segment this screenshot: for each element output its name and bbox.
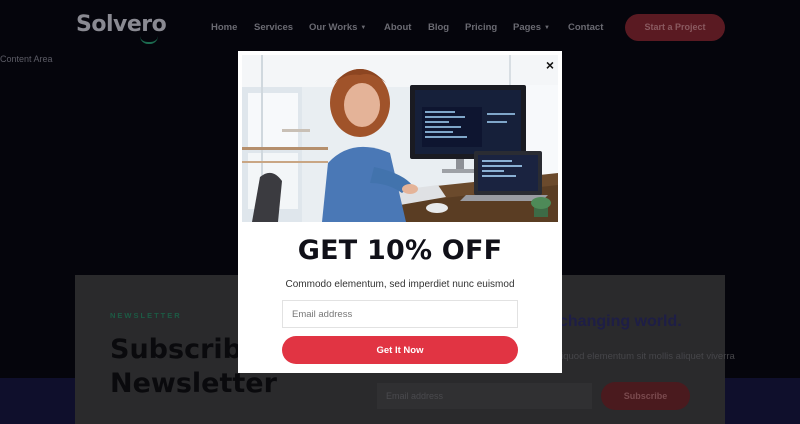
promo-popup: × GET 10% OFF Commodo elementum, sed imp… (238, 51, 562, 373)
newsletter-email-field[interactable]: Email address (377, 383, 592, 409)
nav-item-label: Contact (568, 22, 604, 33)
nav-item-label: Our Works (309, 22, 358, 33)
popup-subtext: Commodo elementum, sed imperdiet nunc eu… (285, 279, 515, 290)
logo-swoosh (140, 36, 158, 44)
nav-item-pricing[interactable]: Pricing (465, 22, 497, 33)
nav-item-label: Services (254, 22, 294, 33)
get-it-now-button[interactable]: Get It Now (282, 336, 518, 364)
content-area-label: Content Area (0, 54, 53, 64)
email-field[interactable] (282, 300, 518, 328)
site-logo[interactable]: Solvero (76, 12, 167, 37)
chevron-down-icon: ▼ (544, 25, 550, 31)
newsletter-heading: changing world. (559, 313, 682, 330)
nav-item-label: Home (211, 22, 238, 33)
popup-headline: GET 10% OFF (297, 235, 503, 266)
nav-item-contact[interactable]: Contact (568, 22, 603, 33)
nav-item-label: Blog (428, 22, 450, 33)
nav-item-blog[interactable]: Blog (428, 22, 449, 33)
hero-image (242, 55, 558, 222)
nav-item-label: Pricing (465, 22, 498, 33)
newsletter-description: liquod elementum sit mollis aliquet vive… (559, 351, 735, 362)
nav-item-services[interactable]: Services (254, 22, 293, 33)
nav-item-about[interactable]: About (384, 22, 411, 33)
nav-item-label: About (384, 22, 412, 33)
start-project-button[interactable]: Start a Project (625, 14, 725, 41)
nav-item-our-works[interactable]: Our Works ▼ (309, 22, 366, 33)
nav-item-pages[interactable]: Pages ▼ (513, 22, 550, 33)
close-icon[interactable]: × (546, 57, 554, 73)
newsletter-kicker: NEWSLETTER (110, 311, 182, 320)
nav-item-home[interactable]: Home (211, 22, 237, 33)
subscribe-button[interactable]: Subscribe (601, 382, 690, 410)
nav-item-label: Pages (513, 22, 541, 33)
chevron-down-icon: ▼ (360, 25, 367, 31)
